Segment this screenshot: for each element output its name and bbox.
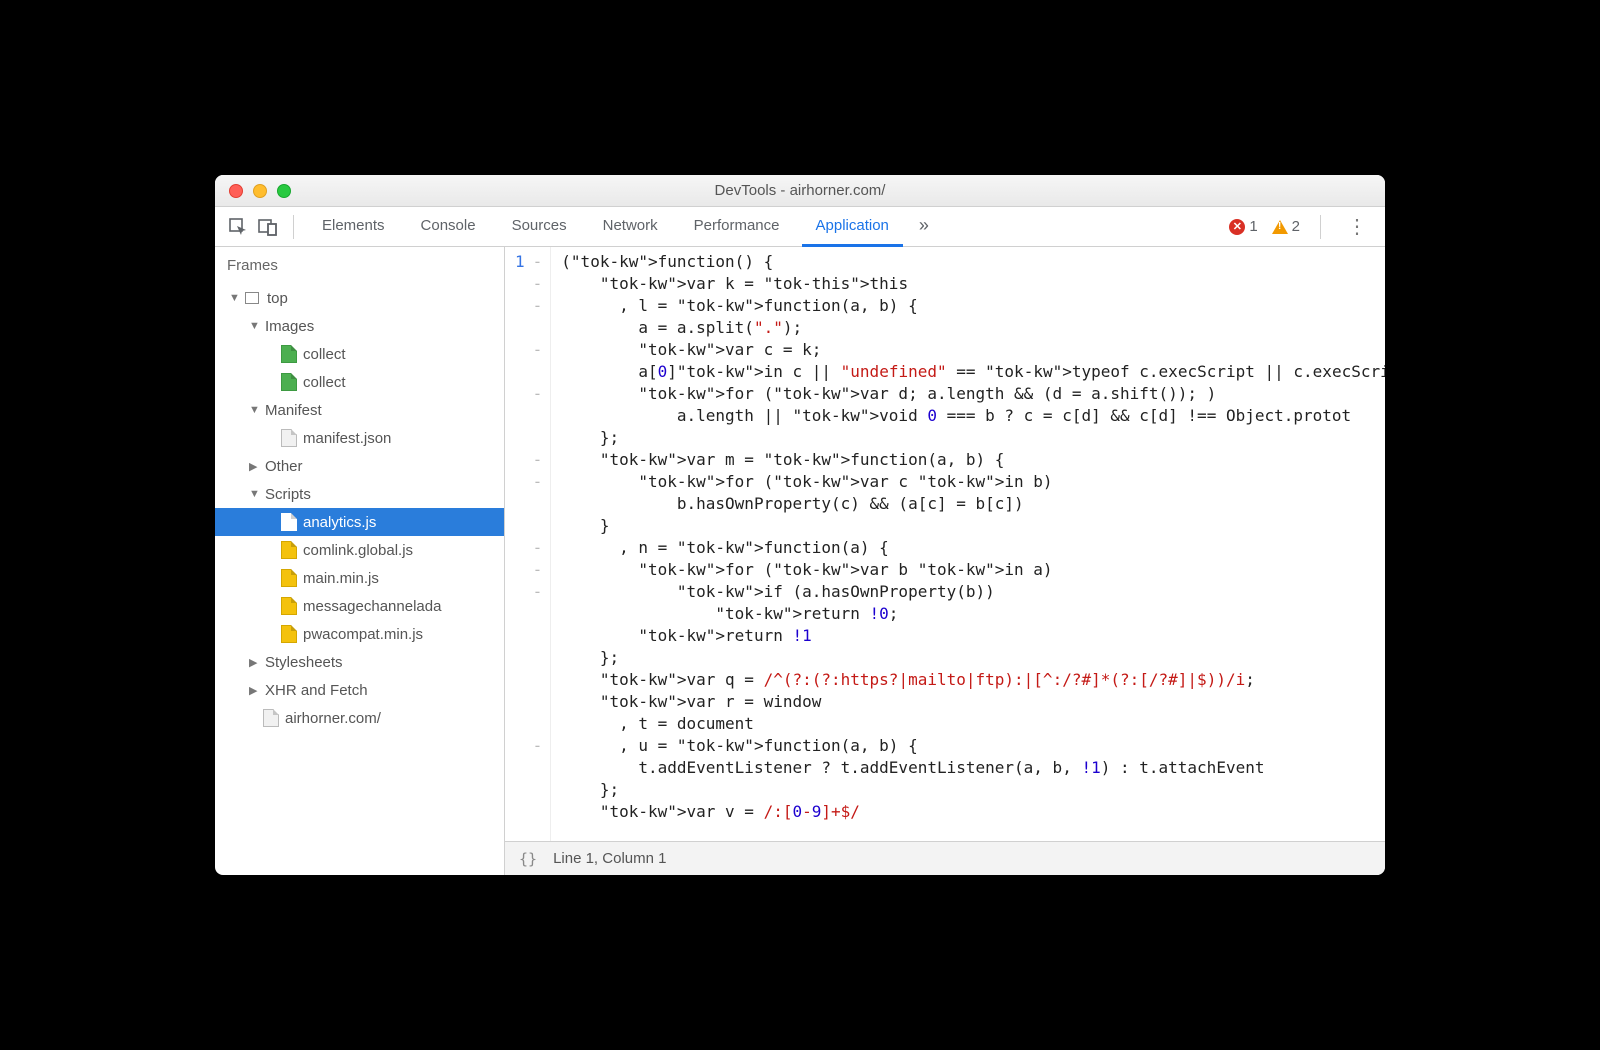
- chevron-down-icon: ▼: [229, 292, 239, 304]
- editor-statusbar: {} Line 1, Column 1: [505, 841, 1385, 875]
- tab-application[interactable]: Application: [802, 207, 903, 247]
- tree-file[interactable]: manifest.json: [215, 424, 504, 452]
- tree-label: Stylesheets: [265, 654, 343, 671]
- file-icon: [281, 569, 297, 587]
- tree-label: XHR and Fetch: [265, 682, 368, 699]
- code-fold-gutter[interactable]: --- - - -- --- -: [531, 247, 552, 841]
- tree-file[interactable]: pwacompat.min.js: [215, 620, 504, 648]
- tree-frame-top[interactable]: ▼ top: [215, 284, 504, 312]
- tree-folder-images[interactable]: ▼ Images: [215, 312, 504, 340]
- chevron-down-icon: ▼: [249, 404, 259, 416]
- source-editor: 1 --- - - -- --- - ("tok-kw">function() …: [505, 247, 1385, 875]
- warning-icon: [1272, 220, 1288, 234]
- chevron-right-icon: ▶: [249, 684, 259, 697]
- tree-label: messagechannelada: [303, 598, 441, 615]
- file-icon: [281, 513, 297, 531]
- devtools-toolbar: Elements Console Sources Network Perform…: [215, 207, 1385, 247]
- tree-folder-stylesheets[interactable]: ▶ Stylesheets: [215, 648, 504, 676]
- tree-label: comlink.global.js: [303, 542, 413, 559]
- tree-folder-manifest[interactable]: ▼ Manifest: [215, 396, 504, 424]
- tree-label: Images: [265, 318, 314, 335]
- inspect-element-icon[interactable]: [227, 216, 249, 238]
- toolbar-divider: [1320, 215, 1321, 239]
- errors-count: 1: [1249, 218, 1257, 235]
- tree-label: collect: [303, 374, 346, 391]
- window-title: DevTools - airhorner.com/: [215, 182, 1385, 199]
- tab-elements[interactable]: Elements: [308, 207, 399, 247]
- tab-console[interactable]: Console: [407, 207, 490, 247]
- tree-folder-xhr[interactable]: ▶ XHR and Fetch: [215, 676, 504, 704]
- tree-folder-scripts[interactable]: ▼ Scripts: [215, 480, 504, 508]
- file-icon: [281, 345, 297, 363]
- file-icon: [281, 597, 297, 615]
- tree-file-root[interactable]: airhorner.com/: [215, 704, 504, 732]
- chevron-right-icon: ▶: [249, 460, 259, 473]
- settings-menu-button[interactable]: ⋮: [1341, 214, 1373, 239]
- file-icon: [281, 429, 297, 447]
- tree-file[interactable]: comlink.global.js: [215, 536, 504, 564]
- tree-label: Scripts: [265, 486, 311, 503]
- titlebar: DevTools - airhorner.com/: [215, 175, 1385, 207]
- tree-label: collect: [303, 346, 346, 363]
- file-icon: [281, 541, 297, 559]
- tab-sources[interactable]: Sources: [498, 207, 581, 247]
- tree-label: analytics.js: [303, 514, 376, 531]
- tree-label: pwacompat.min.js: [303, 626, 423, 643]
- code-content[interactable]: ("tok-kw">function() { "tok-kw">var k = …: [551, 247, 1385, 841]
- cursor-position: Line 1, Column 1: [553, 850, 666, 867]
- tree-label: top: [267, 290, 288, 307]
- file-icon: [281, 373, 297, 391]
- device-toggle-icon[interactable]: [257, 216, 279, 238]
- tree-label: airhorner.com/: [285, 710, 381, 727]
- tree-folder-other[interactable]: ▶ Other: [215, 452, 504, 480]
- sidebar-header: Frames: [215, 247, 504, 284]
- tab-performance[interactable]: Performance: [680, 207, 794, 247]
- frames-tree[interactable]: ▼ top ▼ Images collect collect ▼: [215, 284, 504, 875]
- tree-label: manifest.json: [303, 430, 391, 447]
- tree-file-analytics-js[interactable]: analytics.js: [215, 508, 504, 536]
- frames-sidebar: Frames ▼ top ▼ Images collect colle: [215, 247, 505, 875]
- warnings-indicator[interactable]: 2: [1272, 218, 1300, 235]
- devtools-window: DevTools - airhorner.com/ Elements Conso…: [215, 175, 1385, 875]
- tree-file[interactable]: messagechannelada: [215, 592, 504, 620]
- error-icon: ✕: [1229, 219, 1245, 235]
- line-number-gutter[interactable]: 1: [505, 247, 531, 841]
- chevron-down-icon: ▼: [249, 320, 259, 332]
- tree-file[interactable]: collect: [215, 368, 504, 396]
- tab-network[interactable]: Network: [589, 207, 672, 247]
- frame-icon: [245, 292, 259, 304]
- tree-label: Manifest: [265, 402, 322, 419]
- pretty-print-button[interactable]: {}: [519, 850, 537, 868]
- tree-file[interactable]: main.min.js: [215, 564, 504, 592]
- file-icon: [281, 625, 297, 643]
- chevron-right-icon: ▶: [249, 656, 259, 669]
- errors-indicator[interactable]: ✕ 1: [1229, 218, 1257, 235]
- tree-label: Other: [265, 458, 303, 475]
- tree-label: main.min.js: [303, 570, 379, 587]
- tree-file[interactable]: collect: [215, 340, 504, 368]
- chevron-down-icon: ▼: [249, 488, 259, 500]
- file-icon: [263, 709, 279, 727]
- warnings-count: 2: [1292, 218, 1300, 235]
- toolbar-divider: [293, 215, 294, 239]
- more-tabs-button[interactable]: »: [911, 207, 937, 247]
